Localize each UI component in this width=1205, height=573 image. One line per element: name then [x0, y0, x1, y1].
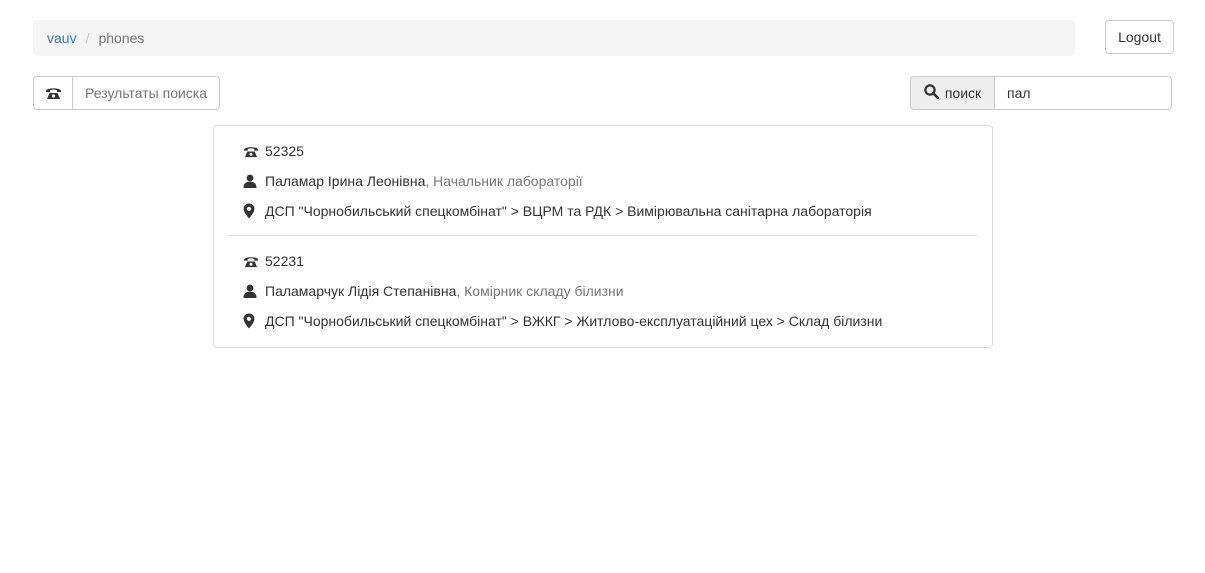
- results-label: Результаты поиска: [73, 76, 221, 110]
- location-line: ДСП "Чорнобильський спецкомбінат" > ВЖКГ…: [229, 306, 977, 336]
- user-icon: [243, 284, 265, 298]
- search-button-label: поиск: [944, 85, 982, 101]
- phone-icon: [33, 76, 73, 110]
- person-position: , Начальник лабораторії: [425, 173, 583, 189]
- search-form: поиск: [910, 76, 1172, 110]
- contact-entry: 52325 Паламар Ірина Леонівна, Начальник …: [229, 126, 977, 235]
- location-path: ДСП "Чорнобильський спецкомбінат" > ВЦРМ…: [265, 203, 872, 219]
- logout-button[interactable]: Logout: [1105, 20, 1174, 54]
- search-input[interactable]: [995, 76, 1172, 110]
- map-marker-icon: [243, 203, 265, 219]
- user-icon: [243, 174, 265, 188]
- map-marker-icon: [243, 313, 265, 329]
- breadcrumb: vauv / phones: [33, 20, 1075, 56]
- contact-entry: 52231 Паламарчук Лідія Степанівна, Комір…: [229, 235, 977, 345]
- location-path: ДСП "Чорнобильський спецкомбінат" > ВЖКГ…: [265, 313, 883, 329]
- breadcrumb-separator: /: [85, 30, 90, 46]
- person-name: Паламар Ірина Леонівна: [265, 173, 426, 189]
- phone-number: 52325: [265, 143, 304, 159]
- person-name: Паламарчук Лідія Степанівна: [265, 283, 457, 299]
- phone-icon: [243, 255, 265, 268]
- phone-line: 52231: [229, 246, 977, 276]
- person-position: , Комірник складу білизни: [456, 283, 624, 299]
- breadcrumb-current: phones: [98, 30, 145, 46]
- location-line: ДСП "Чорнобильський спецкомбінат" > ВЦРМ…: [229, 196, 977, 226]
- person-line: Паламар Ірина Леонівна, Начальник лабора…: [229, 166, 977, 196]
- results-panel: 52325 Паламар Ірина Леонівна, Начальник …: [213, 125, 993, 348]
- breadcrumb-home-link[interactable]: vauv: [47, 30, 77, 46]
- phone-icon: [243, 145, 265, 158]
- person-line: Паламарчук Лідія Степанівна, Комірник ск…: [229, 276, 977, 306]
- results-header: Результаты поиска: [33, 76, 221, 110]
- search-button[interactable]: поиск: [910, 76, 995, 110]
- phone-number: 52231: [265, 253, 304, 269]
- phone-line: 52325: [229, 136, 977, 166]
- search-icon: [924, 84, 939, 102]
